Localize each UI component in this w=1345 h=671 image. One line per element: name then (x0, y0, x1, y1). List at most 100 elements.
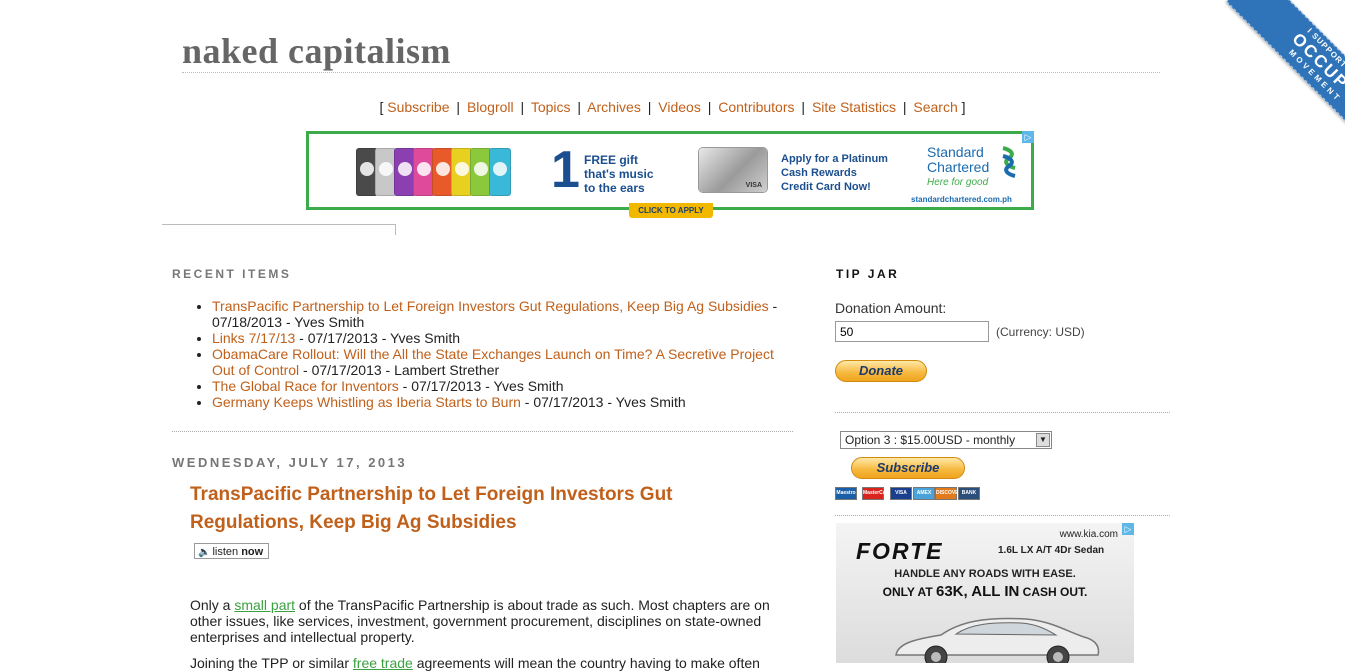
standard-chartered-logo: Standard Chartered Here for good (927, 145, 989, 190)
list-item: Germany Keeps Whistling as Iberia Starts… (212, 394, 792, 410)
nav-archives[interactable]: Archives (587, 99, 641, 115)
recent-item-meta: - 07/17/2013 - Yves Smith (398, 378, 564, 394)
sidebar-divider (835, 515, 1170, 516)
price-amount: 63K, ALL IN (935, 583, 1020, 600)
recent-item-meta: - 07/17/2013 - Yves Smith (520, 394, 686, 410)
nav-videos[interactable]: Videos (658, 99, 701, 115)
brand-line: Chartered (927, 159, 990, 175)
mastercard-icon: MasterCard (862, 487, 891, 500)
nav-open-bracket: [ (379, 99, 384, 115)
nav-separator: | (456, 99, 461, 115)
car-spec: 1.6L LX A/T 4Dr Sedan (998, 545, 1105, 556)
currency-label: (Currency: USD) (996, 325, 1085, 339)
listen-label: listen (212, 546, 239, 558)
ipod-shuffle-image (356, 148, 528, 196)
credit-card-image (699, 148, 767, 192)
tip-jar-heading: TIP JAR (836, 267, 900, 281)
ipod-shuffle-item (489, 148, 511, 196)
ad-platinum-line: Credit Card Now! (781, 181, 871, 193)
nav-topics[interactable]: Topics (531, 99, 571, 115)
nav-search[interactable]: Search (913, 99, 957, 115)
adchoices-icon[interactable]: ▷ (1022, 131, 1034, 143)
paragraph-text: agreements will mean the country having … (412, 655, 760, 671)
recent-item-link[interactable]: Links 7/17/13 (212, 330, 295, 346)
listen-now-label: now (241, 546, 264, 558)
list-item: ObamaCare Rollout: Will the All the Stat… (212, 346, 792, 378)
ad-platinum-line: Cash Rewards (781, 167, 857, 179)
nav-separator: | (707, 99, 712, 115)
ad-url: www.kia.com (1059, 529, 1118, 540)
listen-now-button[interactable]: 🔈 listen now (194, 543, 269, 559)
ad-price-line: ONLY AT 63K, ALL IN CASH OUT. (836, 583, 1134, 600)
donate-button[interactable]: Donate (835, 360, 927, 382)
sidebar-divider (835, 412, 1170, 413)
donation-amount-label: Donation Amount: (835, 300, 947, 316)
amex-card-icon: AMEX (913, 487, 935, 500)
free-trade-link[interactable]: free trade (353, 655, 413, 671)
subscription-option-select[interactable]: Option 3 : $15.00USD - monthly ▼ (840, 431, 1052, 449)
site-title[interactable]: naked capitalism (182, 30, 451, 72)
nav-close-bracket: ] (961, 99, 966, 115)
chevron-down-icon[interactable]: ▼ (1036, 433, 1050, 447)
nav-site-statistics[interactable]: Site Statistics (812, 99, 896, 115)
nav-contributors[interactable]: Contributors (718, 99, 794, 115)
recent-item-link[interactable]: Germany Keeps Whistling as Iberia Starts… (212, 394, 521, 410)
nav-subscribe[interactable]: Subscribe (387, 99, 449, 115)
ad-number: 1 (551, 141, 580, 199)
speaker-icon: 🔈 (198, 547, 211, 558)
maestro-card-icon: Maestro (835, 487, 857, 500)
occupy-ribbon-band: I SUPPORT THE OCCUPY MOVEMENT (1226, 0, 1345, 150)
click-to-apply-button[interactable]: CLICK TO APPLY (629, 203, 713, 218)
select-value: Option 3 : $15.00USD - monthly (845, 433, 1016, 447)
visa-card-icon: VISA (890, 487, 912, 500)
ad-free-gift-line: that's music (584, 167, 654, 181)
ad-url: standardchartered.com.ph (911, 195, 1012, 204)
post-title-link[interactable]: TransPacific Partnership to Let Foreign … (190, 481, 750, 537)
post-paragraph: Only a small part of the TransPacific Pa… (190, 597, 790, 645)
nav-separator: | (902, 99, 907, 115)
subscribe-button[interactable]: Subscribe (851, 457, 965, 479)
list-item: TransPacific Partnership to Let Foreign … (212, 298, 792, 330)
ad-platinum-text: Apply for a Platinum Cash Rewards Credit… (781, 152, 888, 194)
recent-items-list: TransPacific Partnership to Let Foreign … (172, 298, 792, 410)
recent-item-link[interactable]: TransPacific Partnership to Let Foreign … (212, 298, 769, 314)
ad-free-gift-line: FREE gift (584, 153, 638, 167)
ad-platinum-line: Apply for a Platinum (781, 153, 888, 165)
price-suffix: CASH OUT. (1019, 585, 1088, 599)
post-paragraph: Joining the TPP or similar free trade ag… (190, 655, 790, 671)
discover-card-icon: DISCOVER (935, 487, 962, 500)
top-banner-ad[interactable]: ▷ 1 FREE gift that's music to the ears A… (306, 131, 1034, 210)
brand-tagline: Here for good (927, 177, 989, 188)
list-item: Links 7/17/13 - 07/17/2013 - Yves Smith (212, 330, 792, 346)
car-image (895, 617, 1100, 663)
nav-separator: | (577, 99, 582, 115)
recent-item-meta: - 07/17/2013 - Yves Smith (295, 330, 461, 346)
occupy-ribbon[interactable]: I SUPPORT THE OCCUPY MOVEMENT (1195, 0, 1345, 150)
post-date-header: WEDNESDAY, JULY 17, 2013 (172, 455, 408, 470)
nav-separator: | (520, 99, 525, 115)
small-part-link[interactable]: small part (234, 597, 295, 613)
list-item: The Global Race for Inventors - 07/17/20… (212, 378, 792, 394)
kia-forte-ad[interactable]: ▷ www.kia.com FORTE 1.6L LX A/T 4Dr Seda… (836, 523, 1134, 663)
ad-tagline: HANDLE ANY ROADS WITH EASE. (894, 568, 1076, 580)
nav-separator: | (801, 99, 806, 115)
brand-line: Standard (927, 144, 984, 160)
tab-box (162, 224, 396, 235)
recent-items-heading: RECENT ITEMS (172, 267, 292, 281)
main-nav: [ Subscribe | Blogroll | Topics | Archiv… (0, 99, 1345, 115)
donation-amount-input[interactable] (835, 321, 989, 342)
paragraph-text: Only a (190, 597, 235, 613)
car-model-name: FORTE (856, 538, 944, 564)
recent-item-link[interactable]: The Global Race for Inventors (212, 378, 399, 394)
price-prefix: ONLY AT (882, 585, 936, 599)
nav-blogroll[interactable]: Blogroll (467, 99, 514, 115)
paragraph-text: Joining the TPP or similar (190, 655, 353, 671)
title-divider (182, 72, 1160, 73)
standard-chartered-icon (1002, 146, 1016, 178)
ad-free-gift-line: to the ears (584, 181, 645, 195)
bank-card-icon: BANK (958, 487, 980, 500)
adchoices-icon[interactable]: ▷ (1122, 523, 1134, 535)
ad-free-gift-text: FREE gift that's music to the ears (584, 153, 654, 195)
main-divider (172, 431, 793, 432)
nav-separator: | (647, 99, 652, 115)
